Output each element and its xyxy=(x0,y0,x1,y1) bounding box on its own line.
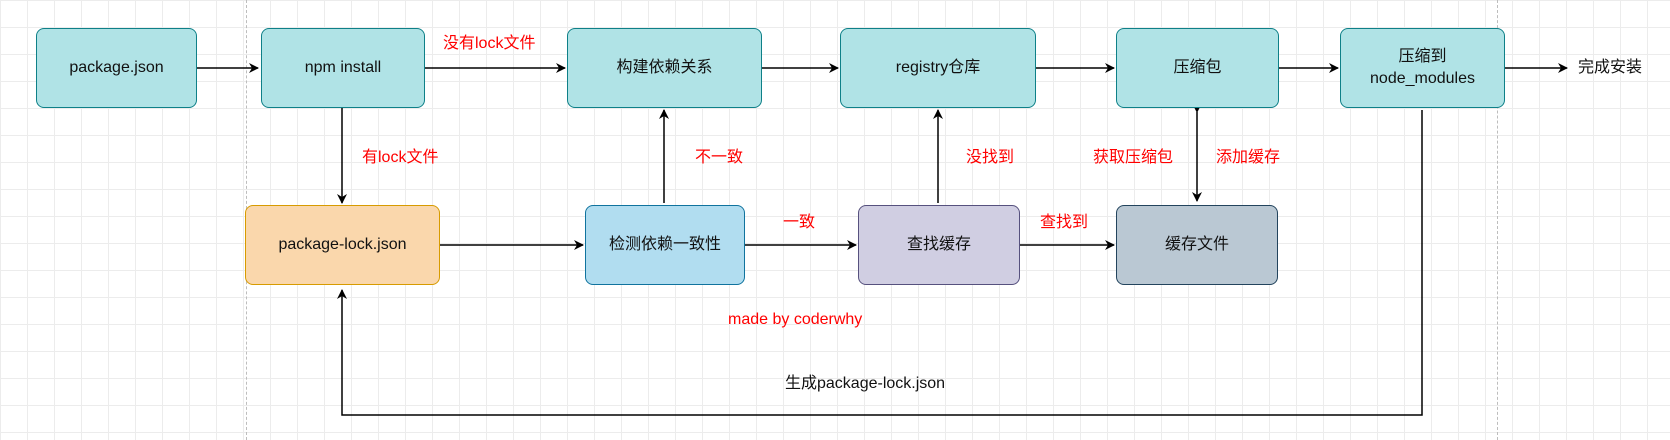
label-get-package: 获取压缩包 xyxy=(1093,149,1174,166)
node-compress: 压缩包 xyxy=(1116,28,1279,108)
node-package-lock-json: package-lock.json xyxy=(245,205,440,285)
node-check-consistency: 检测依赖一致性 xyxy=(585,205,745,285)
credit-text: made by coderwhy xyxy=(728,311,863,328)
label-has-lock: 有lock文件 xyxy=(362,149,439,166)
node-registry: registry仓库 xyxy=(840,28,1036,108)
label-add-cache: 添加缓存 xyxy=(1216,149,1281,166)
node-build-deps: 构建依赖关系 xyxy=(567,28,762,108)
label-not-found: 没找到 xyxy=(966,149,1015,166)
label-inconsistent: 不一致 xyxy=(695,149,744,166)
label-generate-lock: 生成package-lock.json xyxy=(785,375,946,392)
node-cache-file: 缓存文件 xyxy=(1116,205,1278,285)
label-consistent: 一致 xyxy=(783,214,816,231)
node-find-cache: 查找缓存 xyxy=(858,205,1020,285)
node-package-json: package.json xyxy=(36,28,197,108)
label-no-lock: 没有lock文件 xyxy=(443,35,536,52)
label-found: 查找到 xyxy=(1040,214,1089,231)
diagram-canvas: package.json npm install 构建依赖关系 registry… xyxy=(0,0,1670,440)
node-npm-install: npm install xyxy=(261,28,425,108)
node-to-node-modules: 压缩到 node_modules xyxy=(1340,28,1505,108)
label-install-done: 完成安装 xyxy=(1578,59,1643,76)
